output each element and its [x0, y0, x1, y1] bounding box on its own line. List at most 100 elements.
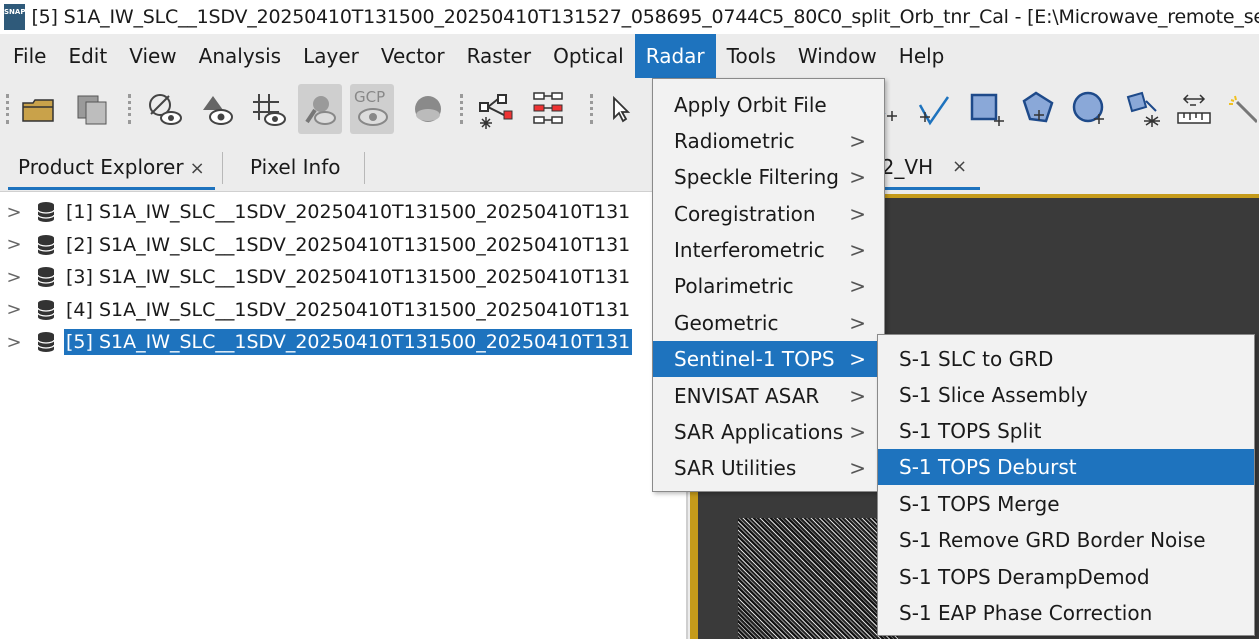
chevron-right-icon: > [849, 347, 866, 371]
menu-help[interactable]: Help [888, 34, 956, 78]
chevron-right-icon: > [849, 274, 866, 298]
menu-item-geometric[interactable]: Geometric > [653, 305, 884, 341]
tab-divider [364, 152, 365, 184]
menu-item-radiometric[interactable]: Radiometric > [653, 123, 884, 159]
menu-item-s1-tops-split[interactable]: S-1 TOPS Split [878, 413, 1254, 449]
product-tree: > [1] S1A_IW_SLC__1SDV_20250410T131500_2… [0, 196, 686, 359]
pin-manager-icon[interactable] [142, 84, 186, 134]
menu-item-s1-slc-to-grd[interactable]: S-1 SLC to GRD [878, 341, 1254, 377]
toolbar-separator [590, 94, 593, 124]
toolbar-separator [6, 94, 9, 124]
graticule-icon[interactable] [246, 84, 290, 134]
database-icon [28, 201, 64, 223]
menu-item-s1-tops-deburst[interactable]: S-1 TOPS Deburst [878, 449, 1254, 485]
menu-item-s1-eap-phase-correction[interactable]: S-1 EAP Phase Correction [878, 595, 1254, 631]
menu-file[interactable]: File [2, 34, 57, 78]
ellipse-draw-icon[interactable] [1068, 84, 1112, 134]
menu-item-sar-utilities[interactable]: SAR Utilities > [653, 450, 884, 486]
insert-figure-icon[interactable] [1120, 84, 1164, 134]
menu-item-envisat-asar[interactable]: ENVISAT ASAR > [653, 378, 884, 414]
world-map-icon[interactable] [298, 84, 342, 134]
menu-bar: File Edit View Analysis Layer Vector Ras… [0, 34, 1259, 78]
menu-item-s1-slice-assembly[interactable]: S-1 Slice Assembly [878, 377, 1254, 413]
product-name: [2] S1A_IW_SLC__1SDV_20250410T131500_202… [66, 233, 631, 256]
chevron-right-icon: > [849, 238, 866, 262]
menu-item-label: Interferometric [674, 238, 825, 262]
magic-wand-icon[interactable] [1224, 84, 1259, 134]
menu-vector[interactable]: Vector [370, 34, 456, 78]
menu-item-label: Sentinel-1 TOPS [674, 347, 835, 371]
globe-icon[interactable] [406, 84, 450, 134]
chevron-right-icon[interactable]: > [0, 234, 28, 255]
menu-radar[interactable]: Radar [634, 34, 716, 78]
rectangle-draw-icon[interactable] [964, 84, 1008, 134]
tab-product-explorer[interactable]: Product Explorer × [8, 144, 215, 190]
chevron-right-icon: > [849, 384, 866, 408]
product-name: [1] S1A_IW_SLC__1SDV_20250410T131500_202… [66, 201, 631, 224]
chevron-right-icon: > [849, 420, 866, 444]
menu-optical[interactable]: Optical [542, 34, 635, 78]
menu-item-label: ENVISAT ASAR [674, 384, 820, 408]
toolbar: GCP [0, 78, 1259, 140]
menu-item-sentinel-1-tops[interactable]: Sentinel-1 TOPS > [653, 341, 884, 377]
gcp-manager-icon[interactable]: GCP [350, 84, 394, 134]
menu-view[interactable]: View [118, 34, 187, 78]
select-tool-icon[interactable] [600, 84, 640, 134]
database-icon [28, 331, 64, 353]
graph-builder-icon[interactable] [474, 84, 518, 134]
menu-window[interactable]: Window [787, 34, 888, 78]
batch-processing-icon[interactable] [528, 84, 572, 134]
menu-item-s1-tops-merge[interactable]: S-1 TOPS Merge [878, 486, 1254, 522]
chevron-right-icon: > [849, 165, 866, 189]
save-product-icon[interactable] [70, 84, 114, 134]
sar-image [738, 518, 898, 639]
tree-item-product-4[interactable]: > [4] S1A_IW_SLC__1SDV_20250410T131500_2… [0, 294, 686, 327]
window-title: [5] S1A_IW_SLC__1SDV_20250410T131500_202… [31, 6, 1259, 28]
polygon-draw-icon[interactable] [1016, 84, 1060, 134]
menu-item-label: SAR Utilities [674, 456, 797, 480]
tab-pixel-info[interactable]: Pixel Info [240, 144, 350, 190]
chevron-right-icon[interactable]: > [0, 267, 28, 288]
tree-item-product-5[interactable]: > [5] S1A_IW_SLC__1SDV_20250410T131500_2… [0, 326, 686, 359]
menu-raster[interactable]: Raster [456, 34, 543, 78]
chevron-right-icon[interactable]: > [0, 202, 28, 223]
toolbar-separator [460, 94, 463, 124]
menu-analysis[interactable]: Analysis [188, 34, 292, 78]
menu-tools[interactable]: Tools [716, 34, 787, 78]
database-icon [28, 234, 64, 256]
menu-item-label: Geometric [674, 311, 779, 335]
range-finder-icon[interactable] [1172, 84, 1216, 134]
menu-item-sar-applications[interactable]: SAR Applications > [653, 414, 884, 450]
menu-item-coregistration[interactable]: Coregistration > [653, 196, 884, 232]
chevron-right-icon: > [849, 456, 866, 480]
menu-item-label: Coregistration [674, 202, 816, 226]
radar-menu: Apply Orbit File Radiometric > Speckle Fi… [652, 78, 885, 492]
menu-item-polarimetric[interactable]: Polarimetric > [653, 268, 884, 304]
panel-tab-bar: Product Explorer × Pixel Info [0, 140, 688, 192]
toolbar-separator [128, 94, 131, 124]
menu-item-s1-tops-derampdemod[interactable]: S-1 TOPS DerampDemod [878, 559, 1254, 595]
gcp-label: GCP [354, 88, 386, 106]
chevron-right-icon[interactable]: > [0, 299, 28, 320]
menu-item-s1-remove-grd-border-noise[interactable]: S-1 Remove GRD Border Noise [878, 522, 1254, 558]
menu-layer[interactable]: Layer [292, 34, 370, 78]
menu-item-interferometric[interactable]: Interferometric > [653, 232, 884, 268]
menu-item-label: Apply Orbit File [674, 93, 827, 117]
polyline-draw-icon[interactable] [912, 84, 956, 134]
mask-view-icon[interactable] [194, 84, 238, 134]
tab-pixel-info-label: Pixel Info [250, 155, 341, 179]
tree-item-product-1[interactable]: > [1] S1A_IW_SLC__1SDV_20250410T131500_2… [0, 196, 686, 229]
chevron-right-icon: > [849, 311, 866, 335]
menu-item-apply-orbit-file[interactable]: Apply Orbit File [653, 87, 884, 123]
chevron-right-icon[interactable]: > [0, 332, 28, 353]
menu-edit[interactable]: Edit [57, 34, 118, 78]
tree-item-product-2[interactable]: > [2] S1A_IW_SLC__1SDV_20250410T131500_2… [0, 229, 686, 262]
tab-divider [222, 152, 223, 184]
menu-item-speckle-filtering[interactable]: Speckle Filtering > [653, 159, 884, 195]
close-icon[interactable]: × [190, 158, 205, 179]
close-icon[interactable]: × [952, 144, 967, 190]
database-icon [28, 266, 64, 288]
open-product-icon[interactable] [16, 84, 60, 134]
tree-item-product-3[interactable]: > [3] S1A_IW_SLC__1SDV_20250410T131500_2… [0, 261, 686, 294]
tab-product-explorer-label: Product Explorer [18, 155, 184, 179]
